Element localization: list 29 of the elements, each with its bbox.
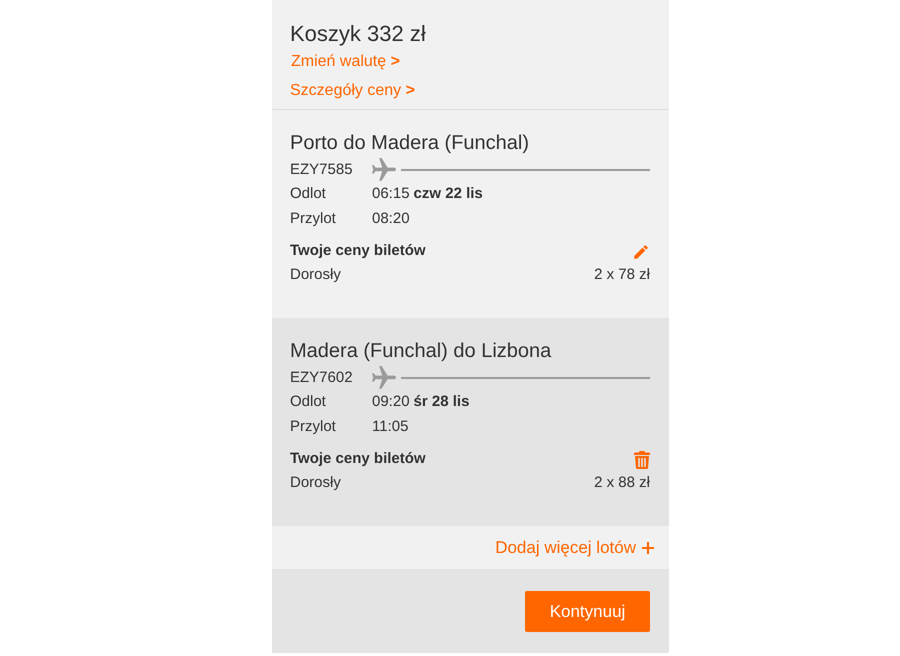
time-value: 06:15 (372, 184, 410, 204)
time-value: 08:20 (372, 209, 410, 230)
trash-icon[interactable] (634, 451, 650, 469)
continue-button[interactable]: Kontynuuj (525, 591, 650, 632)
airplane-icon (372, 366, 396, 390)
route-title: Porto do Madera (Funchal) (290, 131, 530, 155)
route-title: Madera (Funchal) do Lizbona (290, 339, 552, 363)
date-value: czw 22 lis (414, 184, 483, 204)
cart-title: Koszyk 332 zł (290, 20, 427, 48)
time-value: 09:20 (372, 392, 410, 412)
flight-number: EZY7602 (290, 368, 354, 388)
prices-heading: Twoje ceny biletów (290, 449, 426, 469)
time-label: Przylot (290, 417, 337, 438)
flight-number: EZY7585 (290, 160, 354, 180)
fare-price: 2 x 78 zł (594, 265, 650, 286)
time-value: 11:05 (372, 417, 408, 438)
pencil-icon[interactable] (632, 243, 650, 261)
passenger-type: Dorosły (290, 473, 341, 494)
time-label: Odlot (290, 184, 327, 204)
link[interactable]: Zmień walutę > (291, 52, 400, 72)
passenger-type: Dorosły (290, 265, 341, 286)
prices-heading: Twoje ceny biletów (290, 241, 426, 261)
fare-price: 2 x 88 zł (594, 473, 650, 494)
airplane-icon (372, 158, 396, 182)
time-label: Odlot (290, 392, 327, 412)
date-value: śr 28 lis (414, 392, 470, 412)
time-label: Przylot (290, 209, 337, 230)
link[interactable]: Szczegóły ceny > (290, 81, 415, 101)
plus-icon (642, 542, 654, 554)
